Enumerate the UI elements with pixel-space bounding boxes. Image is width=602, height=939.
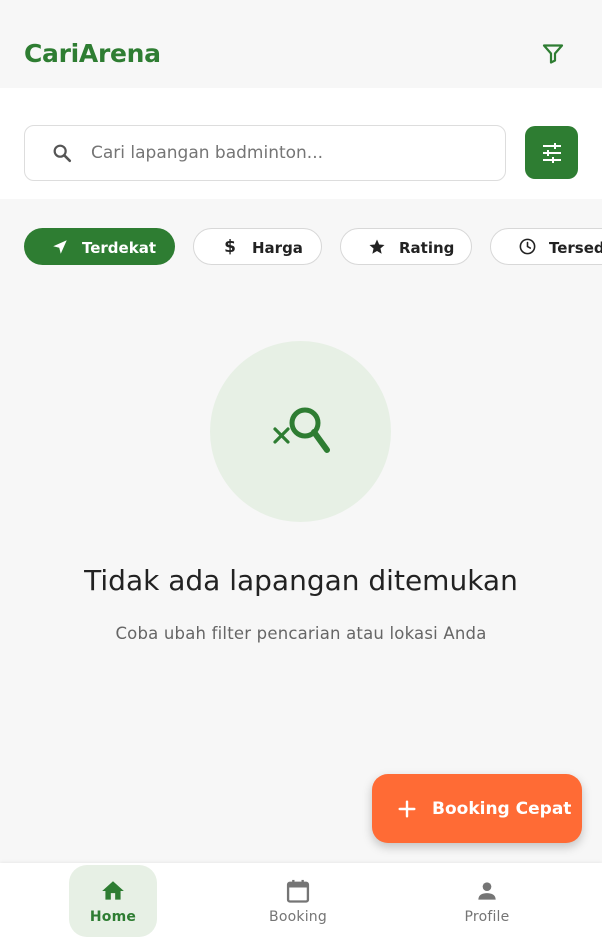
dollar-icon: $ xyxy=(224,236,236,257)
search-icon xyxy=(53,144,72,163)
nav-item-home[interactable]: Home xyxy=(69,865,157,937)
clock-icon xyxy=(517,237,537,257)
nav-label: Profile xyxy=(464,909,510,925)
nav-label: Home xyxy=(89,909,137,925)
nav-label: Booking xyxy=(269,909,327,925)
navigation-icon xyxy=(50,237,70,257)
calendar-icon xyxy=(284,877,312,905)
empty-state-subtitle: Coba ubah filter pencarian atau lokasi A… xyxy=(115,624,487,643)
chip-label: Rating xyxy=(399,239,455,257)
plus-icon xyxy=(398,799,416,818)
sort-chip-row: Terdekat $ Harga Rating Tersedia xyxy=(0,228,602,268)
fab-label: Booking Cepat xyxy=(432,798,572,819)
filter-button[interactable] xyxy=(534,34,572,72)
chip-terdekat[interactable]: Terdekat xyxy=(24,228,175,265)
chip-harga[interactable]: $ Harga xyxy=(193,228,322,265)
person-icon xyxy=(473,877,501,905)
app-title: CariArena xyxy=(24,39,161,68)
bottom-navigation: Home Booking Profile xyxy=(0,863,602,939)
search-section xyxy=(0,88,602,199)
search-box[interactable] xyxy=(24,125,506,181)
tune-icon xyxy=(542,142,561,163)
nav-item-booking[interactable]: Booking xyxy=(254,865,342,937)
chip-rating[interactable]: Rating xyxy=(340,228,472,265)
chip-tersedia[interactable]: Tersedia xyxy=(490,228,602,265)
advanced-filter-button[interactable] xyxy=(525,126,578,179)
star-icon xyxy=(367,237,387,257)
chip-label: Terdekat xyxy=(82,239,156,257)
booking-cepat-button[interactable]: Booking Cepat xyxy=(372,774,582,843)
search-off-icon xyxy=(272,407,330,453)
app-bar: CariArena xyxy=(0,0,602,82)
empty-state-title: Tidak ada lapangan ditemukan xyxy=(84,564,518,597)
filter-icon xyxy=(542,44,564,64)
nav-item-profile[interactable]: Profile xyxy=(443,865,531,937)
home-icon xyxy=(99,877,127,905)
search-input[interactable] xyxy=(91,134,491,172)
chip-label: Harga xyxy=(252,239,303,257)
empty-state-illustration xyxy=(210,341,391,522)
chip-label: Tersedia xyxy=(549,239,602,257)
